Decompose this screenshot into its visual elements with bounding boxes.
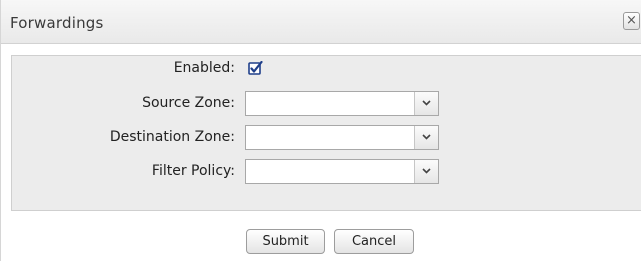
filter-policy-select[interactable] [245,159,439,184]
dialog-title: Forwardings [10,14,104,32]
destination-zone-label: Destination Zone: [109,129,235,145]
close-button[interactable]: × [623,12,640,30]
destination-zone-dropdown-button[interactable] [414,126,438,149]
filter-policy-label: Filter Policy: [151,163,235,179]
cancel-button[interactable]: Cancel [334,229,414,254]
filter-policy-dropdown-button[interactable] [414,160,438,183]
close-icon: × [626,13,637,28]
forwardings-dialog: Forwardings × Enabled: Source Zone: Dest… [0,0,641,261]
submit-button[interactable]: Submit [246,229,325,254]
enabled-label: Enabled: [173,60,235,76]
chevron-down-icon [422,134,431,140]
dialog-titlebar: Forwardings × [1,0,641,44]
source-zone-select[interactable] [245,91,439,116]
chevron-down-icon [422,168,431,174]
source-zone-label: Source Zone: [142,95,235,111]
enabled-checkbox[interactable] [248,61,263,76]
source-zone-dropdown-button[interactable] [414,92,438,115]
destination-zone-select[interactable] [245,125,439,150]
chevron-down-icon [422,100,431,106]
